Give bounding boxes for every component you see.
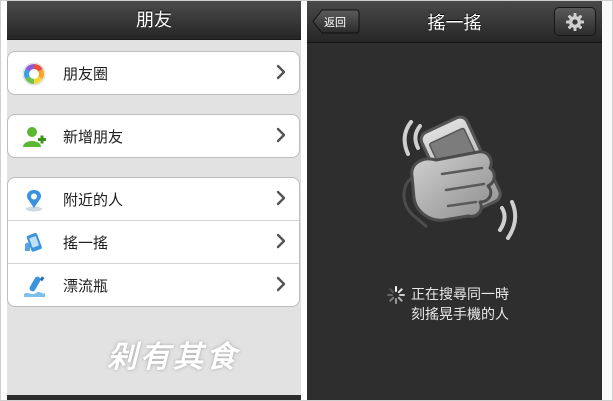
menu-item-label: 搖一搖 — [63, 234, 109, 252]
location-pin-icon — [26, 190, 42, 212]
gear-icon — [566, 13, 584, 31]
chevron-right-icon — [276, 127, 286, 143]
status-line-2: 刻搖晃手機的人 — [411, 307, 509, 323]
loading-spinner-icon — [387, 286, 405, 304]
add-friend-icon — [23, 127, 46, 147]
status-line-1: 正在搜尋同一時 — [411, 287, 509, 303]
chevron-right-icon — [276, 190, 286, 206]
search-status-text: 正在搜尋同一時 刻搖晃手機的人 — [411, 285, 509, 325]
bottom-edge — [7, 395, 301, 401]
watermark: 剁有其食 — [107, 340, 239, 375]
page-title: 朋友 — [136, 10, 172, 31]
shake-screen: 返回 搖一搖 正在搜尋同一時 刻搖晃手機的人 — [307, 0, 602, 401]
shake-navbar: 返回 搖一搖 — [307, 0, 602, 43]
chevron-right-icon — [276, 276, 286, 292]
moments-icon — [22, 62, 46, 86]
chevron-right-icon — [276, 233, 286, 249]
chevron-right-icon — [276, 64, 286, 80]
menu-item-add-friend[interactable]: 新增朋友 — [8, 115, 299, 157]
right-margin — [602, 0, 613, 401]
shake-icon — [25, 233, 42, 252]
menu-item-shake[interactable]: 搖一搖 — [8, 221, 299, 264]
friends-screen: 朋友 朋友圈 新增朋友 附近的人 搖一搖 漂流瓶 剁有其食 — [7, 0, 301, 401]
menu-item-moments[interactable]: 朋友圈 — [8, 52, 299, 94]
menu-item-label: 附近的人 — [63, 191, 124, 209]
drift-bottle-icon — [24, 276, 45, 297]
menu-item-label: 朋友圈 — [63, 65, 109, 83]
menu-group-discover: 附近的人 搖一搖 漂流瓶 — [7, 177, 300, 307]
menu-item-nearby[interactable]: 附近的人 — [8, 178, 299, 221]
settings-button[interactable] — [554, 7, 596, 36]
shake-hand-phone-icon — [402, 115, 518, 240]
menu-item-label: 漂流瓶 — [63, 277, 109, 295]
menu-group-moments: 朋友圈 — [7, 51, 300, 95]
menu-item-drift-bottle[interactable]: 漂流瓶 — [8, 264, 299, 306]
menu-item-label: 新增朋友 — [63, 128, 124, 146]
menu-group-add-friend: 新增朋友 — [7, 114, 300, 158]
friends-navbar: 朋友 — [7, 0, 301, 40]
